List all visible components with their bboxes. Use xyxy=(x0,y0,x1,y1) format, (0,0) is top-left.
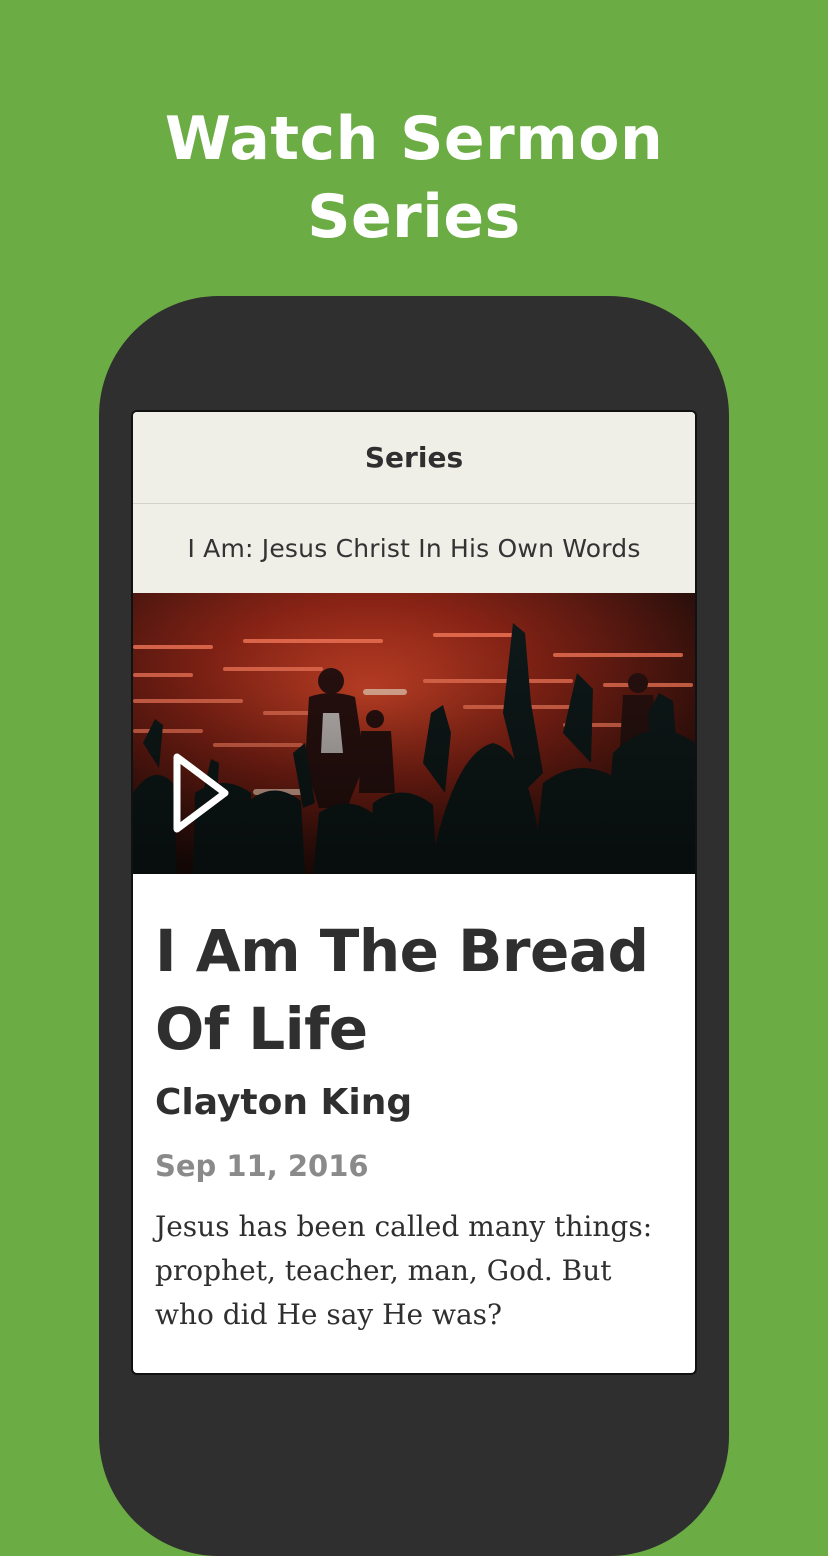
promo-title-line-1: Watch Sermon xyxy=(164,104,664,174)
sermon-title: I Am The Bread Of Life xyxy=(155,917,649,1063)
promo-title-line-2: Series xyxy=(307,182,521,252)
phone-screen: Series I Am: Jesus Christ In His Own Wor… xyxy=(131,410,697,1375)
navigation-bar: Series xyxy=(133,412,695,504)
nav-title: Series xyxy=(364,441,464,474)
sermon-description: Jesus has been called many things: proph… xyxy=(155,1210,653,1331)
play-icon[interactable] xyxy=(171,751,231,835)
series-name: I Am: Jesus Christ In His Own Words xyxy=(187,534,641,563)
sermon-video-thumbnail[interactable] xyxy=(133,593,695,874)
speaker-name: Clayton King xyxy=(155,1082,413,1123)
sermon-details: I Am The Bread Of Life Clayton King Sep … xyxy=(133,874,695,1337)
sermon-date: Sep 11, 2016 xyxy=(155,1149,369,1183)
promo-title: Watch Sermon Series xyxy=(0,100,828,256)
series-header[interactable]: I Am: Jesus Christ In His Own Words xyxy=(133,504,695,593)
